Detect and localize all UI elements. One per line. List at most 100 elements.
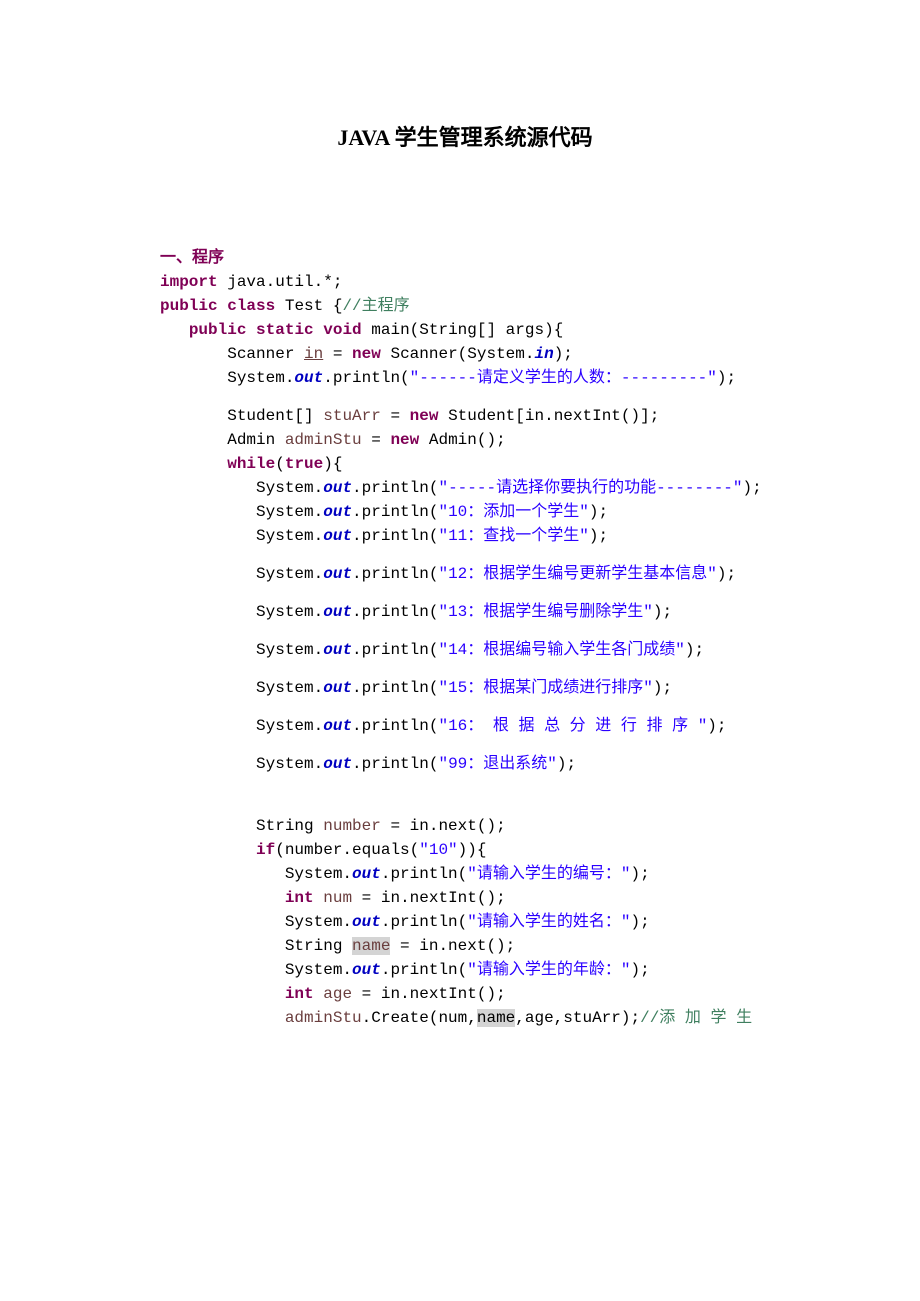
code-text: ); xyxy=(630,961,649,979)
var-stuarr: stuArr xyxy=(323,407,381,425)
code-text: System. xyxy=(160,641,323,659)
kw-new: new xyxy=(390,431,419,449)
code-text: = in.nextInt(); xyxy=(352,889,506,907)
code-text: ); xyxy=(685,641,704,659)
field-out: out xyxy=(323,527,352,545)
string-literal: "请输入学生的姓名：" xyxy=(467,913,630,931)
code-text: System. xyxy=(160,565,323,583)
document-title: JAVA 学生管理系统源代码 xyxy=(160,120,770,152)
code-text: .println( xyxy=(352,755,438,773)
string-literal: "13：根据学生编号删除学生" xyxy=(438,603,652,621)
code-text: ); xyxy=(717,565,736,583)
code-text: .println( xyxy=(381,913,467,931)
string-literal: "12：根据学生编号更新学生基本信息" xyxy=(438,565,716,583)
code-text: Scanner(System. xyxy=(381,345,535,363)
code-text: ); xyxy=(589,503,608,521)
code-text: Test { xyxy=(275,297,342,315)
code-text: .println( xyxy=(323,369,409,387)
blank-line xyxy=(160,586,770,600)
code-text: ); xyxy=(630,913,649,931)
kw-public: public xyxy=(160,297,218,315)
code-text xyxy=(160,1009,285,1027)
code-text xyxy=(160,455,227,473)
code-text: ); xyxy=(653,679,672,697)
code-text: System. xyxy=(160,961,352,979)
code-text: System. xyxy=(160,479,323,497)
code-text: ); xyxy=(630,865,649,883)
code-text: = in.next(); xyxy=(390,937,515,955)
code-text: .println( xyxy=(352,479,438,497)
code-text: = xyxy=(381,407,410,425)
code-text xyxy=(160,841,256,859)
blank-line xyxy=(160,548,770,562)
string-literal: "14：根据编号输入学生各门成绩" xyxy=(438,641,684,659)
code-text: .println( xyxy=(352,679,438,697)
code-text: .println( xyxy=(381,961,467,979)
section-heading: 一、程序 xyxy=(160,249,224,266)
field-out: out xyxy=(323,755,352,773)
kw-true: true xyxy=(285,455,323,473)
code-text: String xyxy=(160,937,352,955)
blank-line xyxy=(160,700,770,714)
code-text: ); xyxy=(743,479,762,497)
kw-int: int xyxy=(285,985,314,1003)
code-text: .println( xyxy=(352,641,438,659)
code-text: Admin(); xyxy=(419,431,505,449)
var-in: in xyxy=(304,345,323,363)
code-text: System. xyxy=(160,717,323,735)
blank-line xyxy=(160,624,770,638)
code-text: .println( xyxy=(352,603,438,621)
string-literal: "10" xyxy=(419,841,457,859)
blank-line xyxy=(160,776,770,790)
string-literal: "请输入学生的年龄：" xyxy=(467,961,630,979)
code-text: = in.nextInt(); xyxy=(352,985,506,1003)
var-name: name xyxy=(352,937,390,955)
code-text: .println( xyxy=(352,503,438,521)
code-text xyxy=(314,889,324,907)
code-text: Scanner xyxy=(160,345,304,363)
field-out: out xyxy=(323,565,352,583)
string-literal: "10：添加一个学生" xyxy=(438,503,588,521)
kw-void: void xyxy=(323,321,361,339)
code-text: ( xyxy=(275,455,285,473)
code-text: Admin xyxy=(160,431,285,449)
code-text: main(String[] args){ xyxy=(362,321,564,339)
code-text: ); xyxy=(707,717,726,735)
code-text: System. xyxy=(160,527,323,545)
kw-new: new xyxy=(410,407,439,425)
kw-new: new xyxy=(352,345,381,363)
kw-static: static xyxy=(256,321,314,339)
code-text: )){ xyxy=(458,841,487,859)
field-out: out xyxy=(352,865,381,883)
string-literal: "------请定义学生的人数：---------" xyxy=(410,369,717,387)
code-text: .println( xyxy=(352,717,438,735)
field-out: out xyxy=(323,503,352,521)
field-out: out xyxy=(323,641,352,659)
code-text: System. xyxy=(160,865,352,883)
code-text: System. xyxy=(160,679,323,697)
code-text: (number.equals( xyxy=(275,841,419,859)
var-name: name xyxy=(477,1009,515,1027)
code-text xyxy=(160,889,285,907)
string-literal: "11：查找一个学生" xyxy=(438,527,588,545)
code-text: ){ xyxy=(323,455,342,473)
string-literal: "99：退出系统" xyxy=(438,755,556,773)
field-out: out xyxy=(323,717,352,735)
field-out: out xyxy=(323,603,352,621)
code-text: = in.next(); xyxy=(381,817,506,835)
blank-line xyxy=(160,738,770,752)
code-text: = xyxy=(362,431,391,449)
code-text: java.util.*; xyxy=(218,273,343,291)
code-text: Student[in.nextInt()]; xyxy=(438,407,659,425)
kw-if: if xyxy=(256,841,275,859)
var-adminstu: adminStu xyxy=(285,1009,362,1027)
code-text: = xyxy=(323,345,352,363)
code-text: System. xyxy=(160,369,294,387)
code-block: 一、程序 import java.util.*; public class Te… xyxy=(160,222,770,1030)
kw-int: int xyxy=(285,889,314,907)
kw-public: public xyxy=(189,321,247,339)
code-text: ); xyxy=(589,527,608,545)
code-text: String xyxy=(160,817,323,835)
code-text: Student[] xyxy=(160,407,323,425)
code-text: System. xyxy=(160,755,323,773)
